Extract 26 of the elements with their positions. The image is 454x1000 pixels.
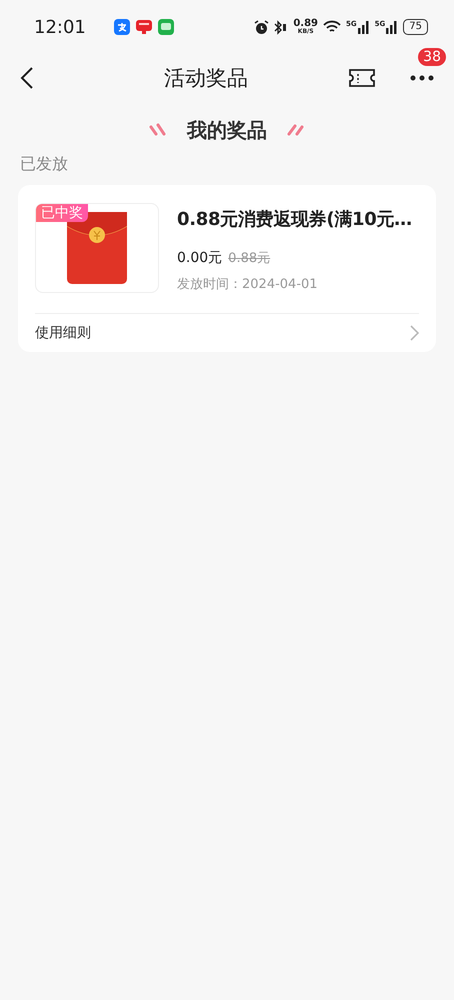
decoration-icon	[149, 123, 167, 137]
more-icon[interactable]	[410, 75, 434, 81]
status-time: 12:01	[34, 16, 86, 38]
signal-icon	[358, 20, 370, 34]
bluetooth-icon	[274, 20, 288, 34]
signal-icon	[386, 20, 398, 34]
prize-title: 0.88元消费返现券(满10元…	[177, 208, 412, 231]
alarm-icon	[254, 20, 270, 34]
page-title: 活动奖品	[163, 65, 249, 92]
net-speed: 0.89	[293, 19, 318, 29]
wifi-icon	[323, 20, 342, 34]
group-label: 已发放	[19, 153, 69, 175]
chat-icon	[158, 19, 174, 35]
ticket-icon[interactable]	[348, 68, 376, 88]
app-icon	[114, 19, 130, 35]
app-icon	[136, 19, 152, 35]
back-icon[interactable]	[20, 67, 34, 89]
prize-price: 0.00元	[177, 249, 222, 267]
usage-rules-link[interactable]: 使用细则	[35, 324, 91, 342]
original-price: 0.88元	[228, 250, 270, 267]
notification-badge: 38	[418, 48, 446, 66]
section-title: 我的奖品	[187, 116, 267, 144]
issue-date: 发放时间：2024-04-01	[177, 276, 319, 293]
battery-level: 75	[403, 19, 428, 35]
decoration-icon	[287, 123, 305, 137]
won-tag: 已中奖	[36, 204, 88, 222]
